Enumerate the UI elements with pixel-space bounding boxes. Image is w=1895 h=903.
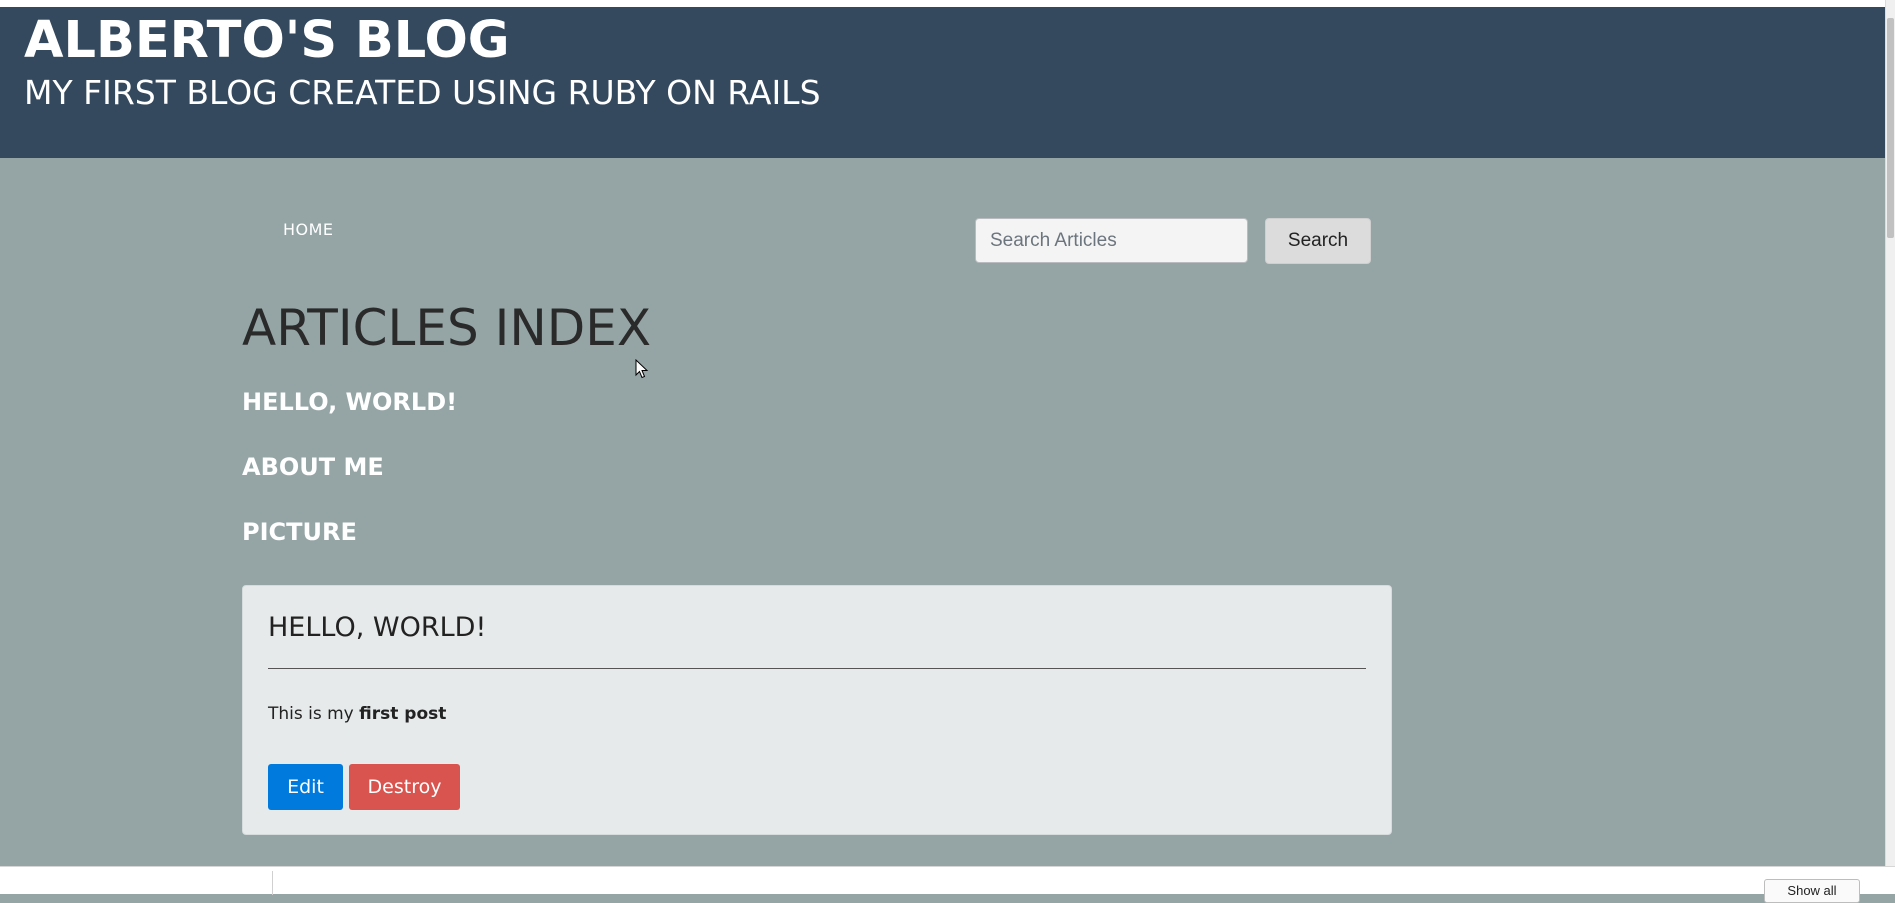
article-card: HELLO, WORLD! This is my first post Edit… — [242, 585, 1392, 835]
edit-button[interactable]: Edit — [268, 764, 343, 810]
search-button[interactable]: Search — [1265, 218, 1371, 264]
destroy-button[interactable]: Destroy — [349, 764, 460, 810]
site-title: ALBERTO'S BLOG — [24, 11, 510, 70]
article-link-about-me[interactable]: ABOUT ME — [242, 453, 384, 481]
article-link-hello-world[interactable]: HELLO, WORLD! — [242, 388, 457, 416]
site-subtitle: MY FIRST BLOG CREATED USING RUBY ON RAIL… — [24, 73, 821, 112]
page-title: ARTICLES INDEX — [242, 299, 652, 357]
scrollbar-thumb[interactable] — [1887, 18, 1894, 238]
browser-top-strip — [0, 0, 1885, 7]
search-input[interactable] — [975, 218, 1248, 263]
article-link-picture[interactable]: PICTURE — [242, 518, 357, 546]
card-divider — [268, 668, 1366, 669]
article-body-bold-text: first post — [359, 704, 447, 724]
show-all-button[interactable]: Show all — [1764, 879, 1860, 903]
article-body-text: This is my — [268, 704, 360, 724]
status-divider — [272, 871, 273, 895]
content-area: HOME Search ARTICLES INDEX HELLO, WORLD!… — [0, 158, 1885, 866]
site-header: ALBERTO'S BLOG MY FIRST BLOG CREATED USI… — [0, 7, 1885, 158]
mouse-cursor-icon — [635, 359, 649, 379]
nav-home-link[interactable]: HOME — [283, 220, 334, 239]
page-scrollbar[interactable] — [1885, 0, 1895, 866]
article-card-body: This is my first post — [268, 704, 446, 724]
download-bar: Show all — [0, 866, 1895, 903]
article-card-title: HELLO, WORLD! — [268, 612, 487, 643]
